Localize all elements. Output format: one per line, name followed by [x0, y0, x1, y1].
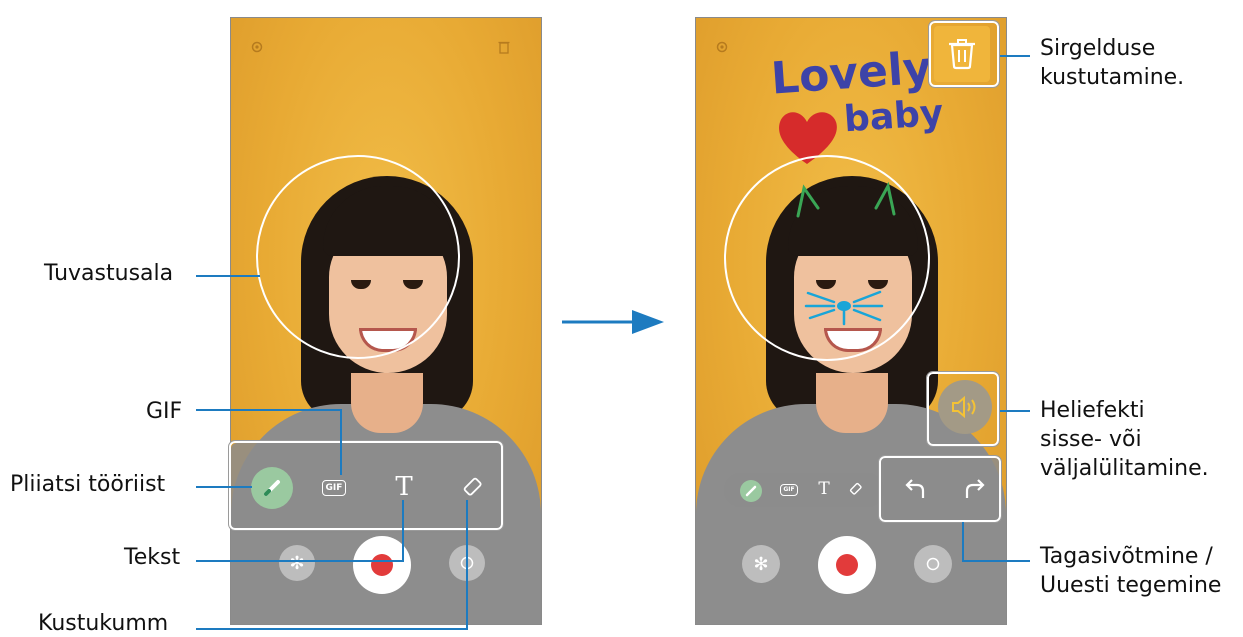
- switch-camera-button[interactable]: [914, 545, 952, 583]
- callout-line-detection: [196, 275, 260, 277]
- transition-arrow: [562, 310, 664, 334]
- gif-icon: GIF: [780, 484, 798, 496]
- toolbar-highlight-frame: [228, 440, 504, 531]
- left-phone-screen: GIF T ✻: [230, 17, 542, 625]
- callout-delete-doodle-2: kustutamine.: [1040, 65, 1185, 90]
- callout-delete-doodle-1: Sirgelduse: [1040, 36, 1156, 61]
- record-dot: [371, 554, 393, 576]
- callout-line-pen: [196, 486, 252, 488]
- callout-gif: GIF: [146, 399, 183, 424]
- detection-area: [256, 155, 460, 359]
- callout-line-delete: [1000, 55, 1030, 57]
- effects-button[interactable]: ✻: [279, 545, 315, 581]
- gear-icon[interactable]: [249, 40, 265, 56]
- doodle-word-baby: baby: [842, 92, 945, 141]
- callout-line-eraser-h: [196, 628, 468, 630]
- right-phone-screen: Lovely baby GIF T ✻: [695, 17, 1007, 625]
- callout-line-text-h: [196, 560, 404, 562]
- text-tool-button[interactable]: T: [814, 478, 834, 500]
- record-dot: [836, 554, 858, 576]
- callout-eraser: Kustukumm: [38, 611, 169, 636]
- callout-line-gif-v: [340, 409, 342, 475]
- callout-line-eraser-v: [466, 500, 468, 630]
- callout-sound-3: väljalülitamine.: [1040, 456, 1209, 481]
- callout-line-undo-v: [962, 522, 964, 562]
- callout-pen-tool: Pliiatsi tööriist: [10, 472, 166, 497]
- neck: [816, 373, 888, 433]
- callout-line-sound: [1000, 410, 1030, 412]
- gear-icon[interactable]: [714, 40, 730, 56]
- detection-area: [724, 155, 930, 361]
- undo-redo-highlight-frame: [878, 455, 1002, 523]
- callout-text-tool: Tekst: [124, 545, 181, 570]
- callout-line-text-v: [402, 500, 404, 562]
- effects-button[interactable]: ✻: [742, 545, 780, 583]
- callout-undo-redo-2: Uuesti tegemine: [1040, 573, 1222, 598]
- callout-line-gif-h: [196, 409, 342, 411]
- record-button[interactable]: [818, 536, 876, 594]
- trash-icon[interactable]: [496, 40, 512, 56]
- delete-highlight-frame: [928, 20, 1000, 88]
- callout-undo-redo-1: Tagasivõtmine /: [1040, 544, 1213, 569]
- callout-detection-area: Tuvastusala: [44, 261, 174, 286]
- pen-tool-button[interactable]: [740, 480, 762, 502]
- eraser-button[interactable]: [847, 480, 865, 498]
- neck: [351, 373, 423, 433]
- callout-line-undo-h: [962, 560, 1030, 562]
- sound-highlight-frame: [926, 371, 1000, 447]
- callout-sound-2: sisse- või: [1040, 427, 1142, 452]
- gif-button[interactable]: GIF: [780, 481, 798, 499]
- text-icon: T: [818, 479, 830, 499]
- callout-sound-1: Heliefekti: [1040, 398, 1145, 423]
